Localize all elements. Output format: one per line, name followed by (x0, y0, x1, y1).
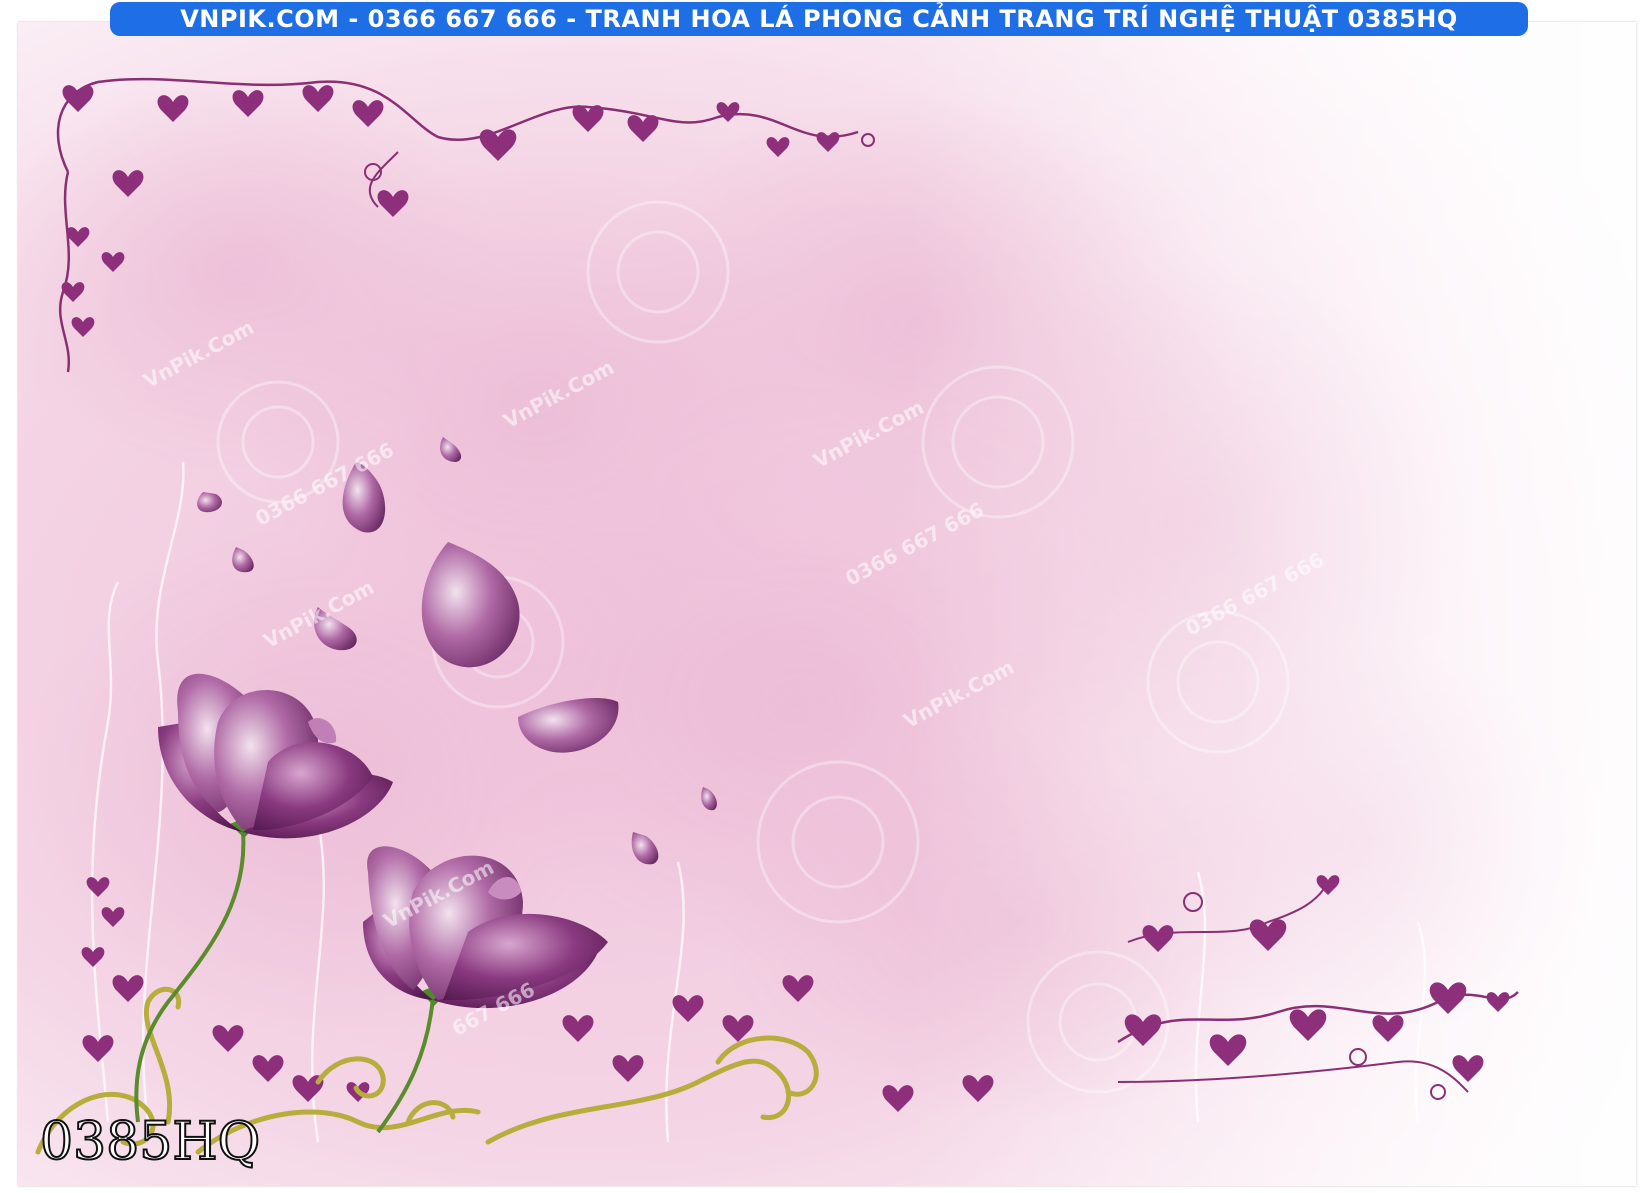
banner-text: VNPIK.COM - 0366 667 666 - TRANH HOA LÁ … (180, 5, 1458, 33)
artwork-frame: VnPik.Com 0366 667 666 VnPik.Com VnPik.C… (18, 22, 1636, 1186)
product-code-label: 0385HQ (39, 1111, 261, 1173)
title-banner: VNPIK.COM - 0366 667 666 - TRANH HOA LÁ … (110, 2, 1528, 36)
flower-artwork (18, 22, 1636, 1186)
